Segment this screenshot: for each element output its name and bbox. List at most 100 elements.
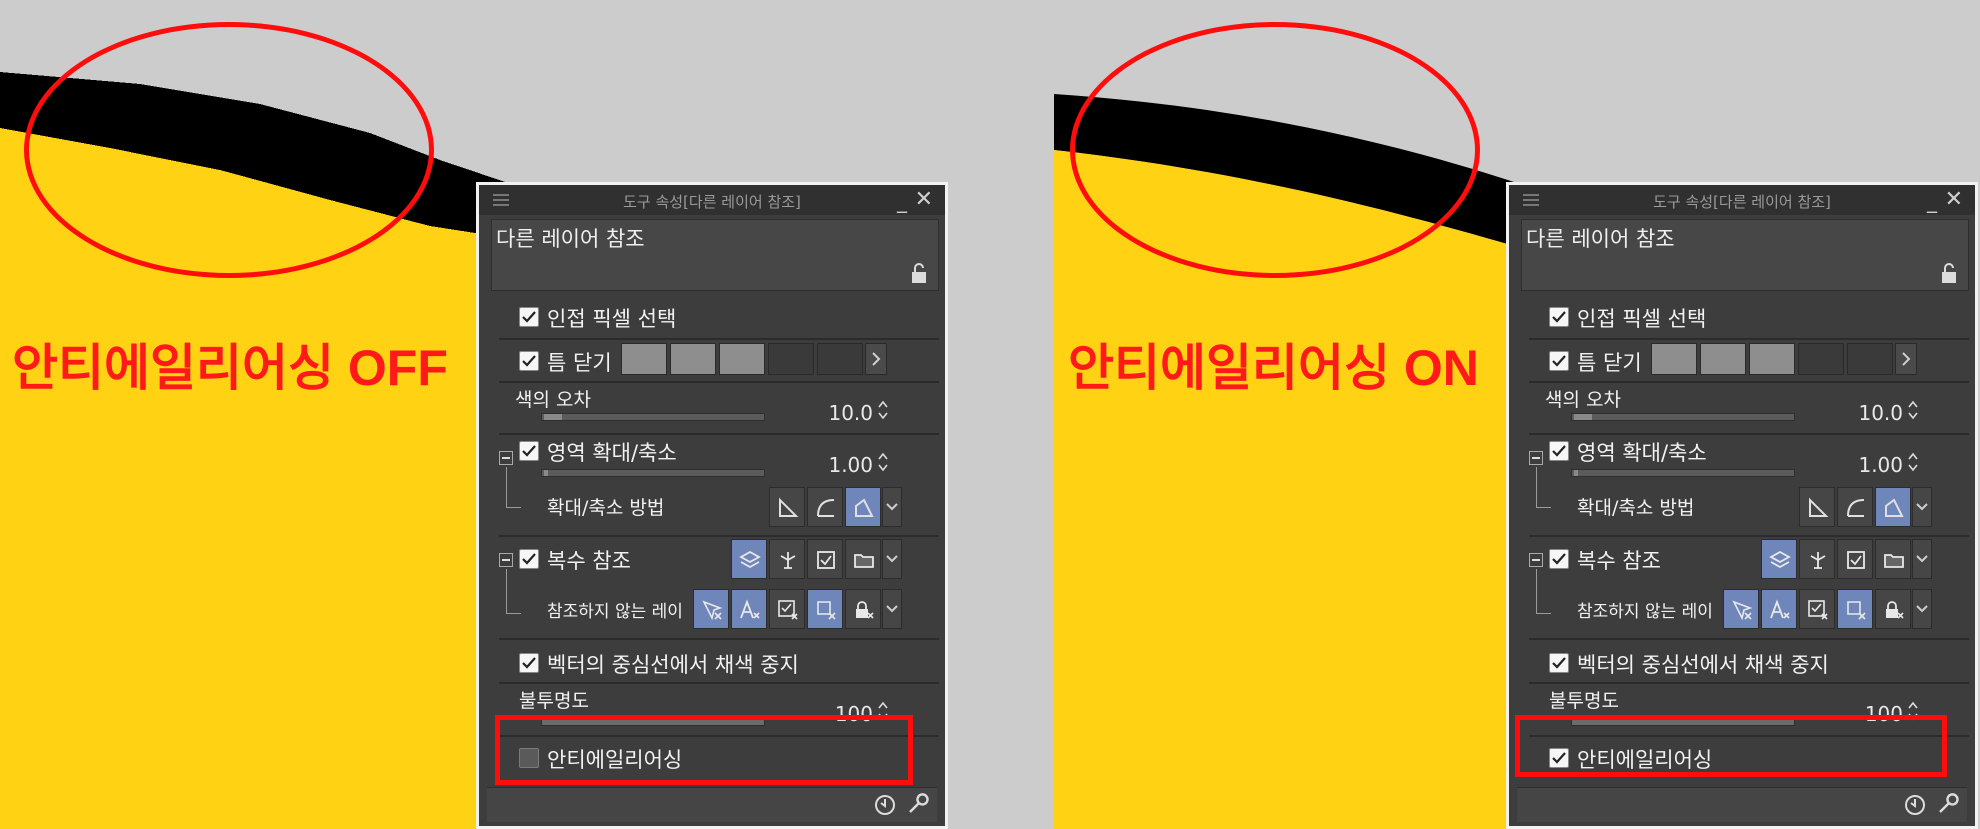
reference-layer-icon: [817, 551, 835, 569]
close-gap-label: 틈 닫기: [547, 351, 612, 375]
panel-titlebar[interactable]: 도구 속성[다른 레이어 참조] _ ✕: [479, 185, 945, 215]
spinner-arrows-icon[interactable]: [1907, 451, 1919, 473]
gap-next-button[interactable]: [865, 343, 887, 375]
exclude-text-button[interactable]: [1761, 589, 1797, 629]
edge-highlight-circle: [1070, 22, 1480, 278]
undo-icon[interactable]: [873, 793, 897, 817]
panel-titlebar[interactable]: 도구 속성[다른 레이어 참조] _ ✕: [1509, 185, 1975, 215]
chevron-down-icon: [1916, 605, 1928, 613]
subtool-name-box: 다른 레이어 참조: [1521, 219, 1969, 291]
collapse-toggle[interactable]: [1529, 553, 1543, 567]
exclude-draft-button[interactable]: [693, 589, 729, 629]
exclude-layers-row: 참조하지 않는 레이: [499, 569, 939, 635]
ref-paper-layer-button[interactable]: [769, 539, 805, 579]
checkbox-icon: [1552, 355, 1566, 367]
antialias-highlight-box: [1515, 715, 1947, 777]
multiple-ref-dropdown[interactable]: [882, 539, 902, 579]
gap-size-3[interactable]: [1749, 343, 1795, 375]
area-scaling-value[interactable]: 1.00: [1829, 453, 1903, 477]
adjacent-pixels-label: 인접 픽셀 선택: [547, 307, 677, 331]
multiple-ref-checkbox[interactable]: [1549, 549, 1569, 569]
gap-size-1[interactable]: [621, 343, 667, 375]
ref-all-layers-button[interactable]: [731, 539, 767, 579]
ref-paper-layer-button[interactable]: [1799, 539, 1835, 579]
scale-method-dropdown[interactable]: [882, 487, 902, 527]
ref-folder-button[interactable]: [1875, 539, 1911, 579]
gap-size-4[interactable]: [1798, 343, 1844, 375]
chevron-down-icon: [886, 555, 898, 563]
spinner-arrows-icon[interactable]: [877, 399, 889, 421]
minimize-icon[interactable]: _: [897, 189, 907, 213]
close-icon[interactable]: ✕: [1945, 187, 1963, 212]
scale-method-option-2[interactable]: [1837, 487, 1873, 527]
exclude-locked-button[interactable]: [1837, 589, 1873, 629]
spinner-arrows-icon[interactable]: [1907, 399, 1919, 421]
exclude-selection-button[interactable]: [1799, 589, 1835, 629]
area-scaling-slider[interactable]: [1571, 469, 1795, 477]
close-icon[interactable]: ✕: [915, 187, 933, 212]
exclude-layer-icon: [778, 600, 798, 620]
gap-next-button[interactable]: [1895, 343, 1917, 375]
scale-method-option-3[interactable]: [845, 487, 881, 527]
area-scaling-value[interactable]: 1.00: [799, 453, 873, 477]
tolerance-value[interactable]: 10.0: [799, 401, 873, 425]
ref-all-layers-button[interactable]: [1761, 539, 1797, 579]
area-scaling-checkbox[interactable]: [1549, 441, 1569, 461]
paper-layer-icon: [780, 552, 796, 569]
close-gap-checkbox[interactable]: [519, 351, 539, 371]
exclude-layers-dropdown[interactable]: [882, 589, 902, 629]
layer-stack-icon: [739, 550, 761, 569]
adjacent-pixels-checkbox[interactable]: [1549, 307, 1569, 327]
undo-icon[interactable]: [1903, 793, 1927, 817]
comparison-antialias-on: 안티에일리어싱 ON 도구 속성[다른 레이어 참조] _ ✕ 다른 레이어 참…: [1054, 0, 1980, 829]
tolerance-value[interactable]: 10.0: [1829, 401, 1903, 425]
exclude-layers-row: 참조하지 않는 레이: [1529, 569, 1969, 635]
opacity-label: 불투명도: [519, 690, 589, 712]
close-gap-checkbox[interactable]: [1549, 351, 1569, 371]
ref-folder-button[interactable]: [845, 539, 881, 579]
collapse-toggle[interactable]: [499, 451, 513, 465]
wrench-icon[interactable]: [905, 793, 929, 817]
ref-reference-layer-button[interactable]: [1837, 539, 1873, 579]
gap-size-3[interactable]: [719, 343, 765, 375]
scale-method-option-1[interactable]: [769, 487, 805, 527]
gap-size-4[interactable]: [768, 343, 814, 375]
gap-size-2[interactable]: [1700, 343, 1746, 375]
tolerance-row: 색의 오차 10.0: [1529, 383, 1969, 433]
gap-size-5[interactable]: [817, 343, 863, 375]
collapse-toggle[interactable]: [499, 553, 513, 567]
lock-icon[interactable]: [910, 262, 928, 284]
exclude-layers-dropdown[interactable]: [1912, 589, 1932, 629]
adjacent-pixels-checkbox[interactable]: [519, 307, 539, 327]
multiple-ref-dropdown[interactable]: [1912, 539, 1932, 579]
scale-method-option-1[interactable]: [1799, 487, 1835, 527]
exclude-layer-icon: [1847, 601, 1866, 620]
gap-size-2[interactable]: [670, 343, 716, 375]
exclude-draft-button[interactable]: [1723, 589, 1759, 629]
gap-size-1[interactable]: [1651, 343, 1697, 375]
scale-method-option-3[interactable]: [1875, 487, 1911, 527]
tolerance-slider[interactable]: [541, 413, 765, 421]
exclude-lock-button[interactable]: [1875, 589, 1911, 629]
ref-reference-layer-button[interactable]: [807, 539, 843, 579]
gap-size-5[interactable]: [1847, 343, 1893, 375]
exclude-locked-button[interactable]: [807, 589, 843, 629]
wrench-icon[interactable]: [1935, 793, 1959, 817]
minimize-icon[interactable]: _: [1927, 189, 1937, 213]
area-scaling-slider[interactable]: [541, 469, 765, 477]
exclude-lock-button[interactable]: [845, 589, 881, 629]
lock-icon[interactable]: [1940, 262, 1958, 284]
multiple-ref-checkbox[interactable]: [519, 549, 539, 569]
vector-center-checkbox[interactable]: [1549, 653, 1569, 673]
collapse-toggle[interactable]: [1529, 451, 1543, 465]
vector-center-checkbox[interactable]: [519, 653, 539, 673]
area-scaling-checkbox[interactable]: [519, 441, 539, 461]
spinner-arrows-icon[interactable]: [877, 451, 889, 473]
scale-method-dropdown[interactable]: [1912, 487, 1932, 527]
exclude-text-button[interactable]: [731, 589, 767, 629]
scale-method-icon: [1847, 499, 1865, 517]
exclude-selection-button[interactable]: [769, 589, 805, 629]
tolerance-slider[interactable]: [1571, 413, 1795, 421]
scale-method-option-2[interactable]: [807, 487, 843, 527]
vector-center-label: 벡터의 중심선에서 채색 중지: [1577, 653, 1829, 677]
